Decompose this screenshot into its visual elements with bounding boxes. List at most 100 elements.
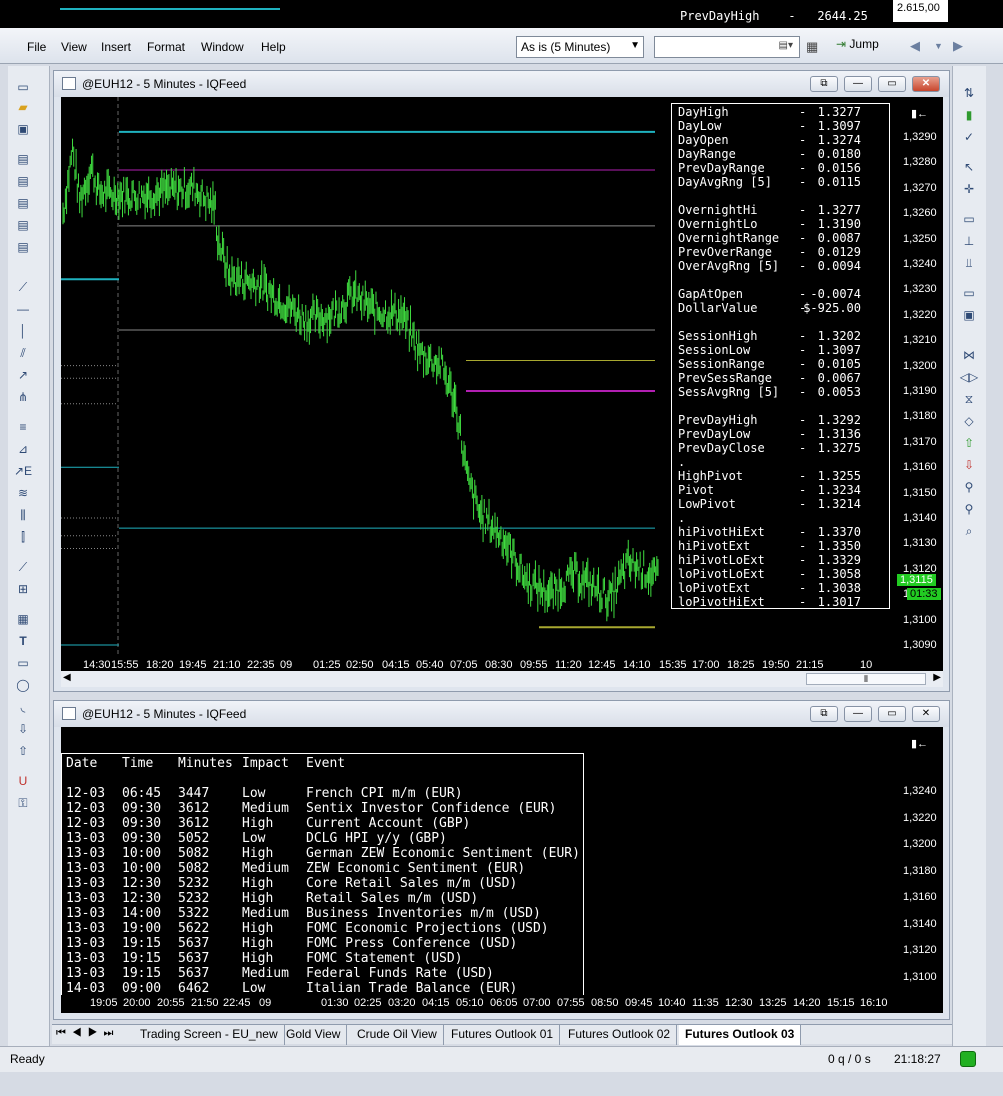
chart-doc4-icon[interactable]: ▤ — [12, 216, 34, 234]
symbol-lookup-icon[interactable]: ▦ — [806, 39, 818, 55]
arrow-up-icon[interactable]: ⇧ — [12, 742, 34, 760]
stats-dash: - — [799, 259, 807, 273]
magnet-icon[interactable]: U — [12, 772, 34, 790]
events-time-tick-label: 06:05 — [490, 997, 518, 1009]
save-icon[interactable]: ▣ — [12, 120, 34, 138]
menu-help[interactable]: Help — [261, 40, 286, 54]
dropdown-icon[interactable]: ▤▾ — [779, 40, 793, 51]
menu-file[interactable]: File — [27, 40, 46, 54]
events-chart[interactable]: Date Time Minutes Impact Event 12-03 06:45 3447… — [61, 727, 897, 996]
ray-icon[interactable]: ↗ — [12, 366, 34, 384]
image-icon[interactable]: ▣ — [958, 306, 980, 324]
open-folder-icon[interactable]: ▰ — [12, 98, 34, 116]
chart-doc2-icon[interactable]: ▤ — [12, 172, 34, 190]
scrollbar-thumb[interactable]: ⦀ — [806, 673, 926, 685]
candle-icon[interactable]: ▮ — [958, 106, 980, 124]
view-select-value: As is (5 Minutes) — [521, 40, 611, 54]
tab-workspace[interactable]: Crude Oil View — [351, 1025, 444, 1045]
fib-arcs-icon[interactable]: ≋ — [12, 484, 34, 502]
price-label-icon[interactable]: ▦ — [12, 610, 34, 628]
order-icon[interactable]: ⊥ — [958, 232, 980, 250]
events-window-maximize-button[interactable]: ▭ — [878, 706, 906, 722]
chart-doc-icon[interactable]: ▤ — [12, 150, 34, 168]
expand-icon[interactable]: ◇ — [958, 412, 980, 430]
nav-history-icon[interactable]: ▼ — [934, 41, 943, 51]
andrews-pitchfork-icon[interactable]: ⋔ — [12, 388, 34, 406]
down-marker-icon[interactable]: ⇩ — [958, 456, 980, 474]
crosshair-icon[interactable]: ✛ — [958, 180, 980, 198]
up-marker-icon[interactable]: ⇧ — [958, 434, 980, 452]
person2-icon[interactable]: ⚲ — [958, 500, 980, 518]
events-cell-impact: High — [242, 816, 274, 831]
scroll-left-right-icon[interactable]: ◁▷ — [958, 368, 980, 386]
chart-window-options-button[interactable]: ⧉ — [810, 76, 838, 92]
channel-icon[interactable]: ⫽ — [12, 344, 34, 362]
tab-scroll-icons[interactable]: ⏮◀▶⏭ — [56, 1027, 119, 1040]
chart-settings-icon[interactable]: ⇅ — [958, 84, 980, 102]
chart-window-close-button[interactable]: ✕ — [912, 76, 940, 92]
view-select[interactable]: As is (5 Minutes) ▼ — [516, 36, 644, 58]
menu-window[interactable]: Window — [201, 40, 244, 54]
time-tick-label: 10 — [860, 659, 873, 671]
symbol-input[interactable]: ▤▾ — [654, 36, 800, 58]
gann-icon[interactable]: ⫿ — [12, 528, 34, 546]
lock-drawing-icon[interactable]: ⚿ — [12, 794, 34, 812]
fib-time-zones-icon[interactable]: ⫼ — [12, 506, 34, 524]
scroll-left-icon[interactable]: ◀ — [63, 672, 71, 683]
menu-format[interactable]: Format — [147, 40, 185, 54]
chart-doc5-icon[interactable]: ▤ — [12, 238, 34, 256]
jump-button[interactable]: ⇥ Jump — [836, 37, 879, 57]
zoom-fit-icon[interactable]: ⋈ — [958, 346, 980, 364]
tab-workspace[interactable]: Futures Outlook 02 — [562, 1025, 678, 1045]
vertical-line-icon[interactable]: │ — [12, 322, 34, 340]
chart-window-maximize-button[interactable]: ▭ — [878, 76, 906, 92]
events-window-options-button[interactable]: ⧉ — [810, 706, 838, 722]
horizontal-scrollbar[interactable]: ◀ ⦀ ▶ — [61, 671, 943, 687]
arc-icon[interactable]: ◟ — [12, 698, 34, 716]
fib-fan-icon[interactable]: ⊿ — [12, 440, 34, 458]
stats-row: DayAvgRng [5] -0.0115 — [678, 175, 883, 189]
window-icon[interactable]: ▭ — [958, 284, 980, 302]
strategy-icon[interactable]: ⫫ — [958, 254, 980, 272]
nav-back-icon[interactable]: ◀ — [910, 38, 920, 54]
magnify-icon[interactable]: ⌕ — [958, 522, 980, 540]
menu-view[interactable]: View — [61, 40, 87, 54]
events-cell-event: Federal Funds Rate (USD) — [306, 966, 494, 981]
tab-workspace[interactable]: Gold View — [280, 1025, 348, 1045]
chart-doc3-icon[interactable]: ▤ — [12, 194, 34, 212]
grid-icon[interactable]: ⊞ — [12, 580, 34, 598]
stats-dash: - — [799, 105, 807, 119]
horizontal-line-icon[interactable]: — — [12, 300, 34, 318]
fib-extension-icon[interactable]: ↗E — [12, 462, 34, 480]
new-window-icon[interactable]: ▭ — [12, 78, 34, 96]
nav-forward-icon[interactable]: ▶ — [953, 38, 963, 54]
events-window-minimize-button[interactable]: — — [844, 706, 872, 722]
events-window-close-button[interactable]: ✕ — [912, 706, 940, 722]
fib-retracement-icon[interactable]: ≡ — [12, 418, 34, 436]
stats-dash: - — [799, 147, 807, 161]
connection-status-icon[interactable] — [960, 1051, 976, 1067]
pointer-icon[interactable]: ↖ — [958, 158, 980, 176]
arrow-down-icon[interactable]: ⇩ — [12, 720, 34, 738]
text-tool-icon[interactable]: T — [12, 632, 34, 650]
price-chart[interactable]: DayHigh -1.3277 DayLow -1.3097 DayOpen -1.327… — [61, 97, 897, 657]
comment-icon[interactable]: ▭ — [958, 210, 980, 228]
events-axis-menu-icon[interactable]: ▮← — [911, 737, 928, 750]
check-icon[interactable]: ✓ — [958, 128, 980, 146]
ellipse-icon[interactable]: ◯ — [12, 676, 34, 694]
chart-window-minimize-button[interactable]: — — [844, 76, 872, 92]
trendline-icon[interactable]: ⟋ — [12, 278, 34, 296]
price-tick-label: 1,3220 — [903, 308, 937, 321]
scroll-up-down-icon[interactable]: ⧖ — [958, 390, 980, 408]
person-icon[interactable]: ⚲ — [958, 478, 980, 496]
tab-workspace[interactable]: Futures Outlook 03 — [679, 1025, 802, 1045]
menu-insert[interactable]: Insert — [101, 40, 131, 54]
events-cell-event: Core Retail Sales m/m (USD) — [306, 876, 518, 891]
regression-icon[interactable]: ⟋ — [12, 558, 34, 576]
axis-menu-icon[interactable]: ▮← — [911, 107, 928, 120]
scroll-right-icon[interactable]: ▶ — [933, 672, 941, 683]
rectangle-icon[interactable]: ▭ — [12, 654, 34, 672]
tab-workspace[interactable]: Futures Outlook 01 — [445, 1025, 561, 1045]
stats-value: 1.3350 — [817, 539, 861, 553]
tab-workspace[interactable]: Trading Screen - EU_new — [134, 1025, 285, 1045]
